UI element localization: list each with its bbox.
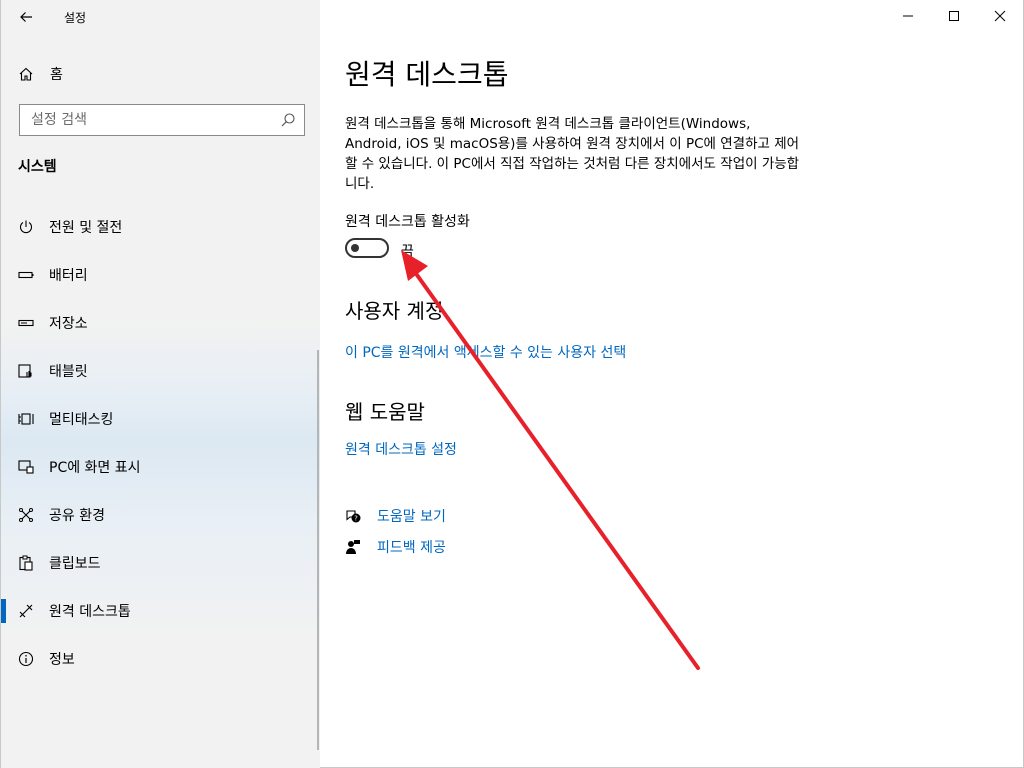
search-input[interactable] (20, 105, 270, 135)
multitasking-icon (18, 413, 34, 425)
sidebar-item-home[interactable]: 홈 (1, 58, 321, 90)
sidebar-item-label: 정보 (49, 652, 75, 668)
sidebar-item-label: 저장소 (49, 316, 88, 332)
svg-text:?: ? (354, 515, 358, 523)
sidebar: 설정 홈 시스템 전원 및 절전 배터리 저장소 태블릿 멀티태스킹 (0, 0, 320, 768)
get-help-icon: ? (346, 510, 361, 523)
sidebar-scrollbar[interactable] (317, 350, 319, 750)
info-icon (18, 651, 34, 667)
sidebar-item-label: PC에 화면 표시 (49, 460, 141, 476)
sidebar-item-label: 공유 환경 (49, 508, 105, 524)
projecting-icon (18, 460, 34, 474)
remote-desktop-icon (19, 604, 33, 618)
sidebar-item-clipboard[interactable]: 클립보드 (1, 539, 321, 587)
feedback-link[interactable]: 피드백 제공 (345, 537, 446, 557)
sidebar-item-power[interactable]: 전원 및 절전 (1, 203, 321, 251)
sidebar-item-battery[interactable]: 배터리 (1, 251, 321, 299)
sidebar-item-info[interactable]: 정보 (1, 635, 321, 683)
sidebar-item-storage[interactable]: 저장소 (1, 299, 321, 347)
search-box (19, 104, 305, 136)
feedback-label: 피드백 제공 (377, 540, 446, 556)
home-icon (19, 67, 33, 81)
minimize-icon (903, 15, 913, 17)
power-icon (19, 220, 33, 234)
sidebar-item-label: 배터리 (49, 268, 88, 284)
main-content: 원격 데스크톱 원격 데스크톱을 통해 Microsoft 원격 데스크톱 클라… (320, 0, 1024, 768)
clipboard-icon (19, 555, 33, 571)
back-button[interactable] (9, 0, 43, 34)
minimize-button[interactable] (885, 0, 931, 32)
section-title: 시스템 (18, 159, 57, 175)
get-help-label: 도움말 보기 (377, 509, 446, 525)
page-title: 원격 데스크톱 (345, 58, 509, 91)
sidebar-item-tablet[interactable]: 태블릿 (1, 347, 321, 395)
sidebar-item-projecting[interactable]: PC에 화면 표시 (1, 443, 321, 491)
sidebar-item-remote-desktop[interactable]: 원격 데스크톱 (1, 587, 321, 635)
battery-icon (18, 271, 34, 279)
shared-experiences-icon (19, 508, 33, 522)
window-title: 설정 (64, 11, 87, 25)
sidebar-item-label: 멀티태스킹 (49, 412, 114, 428)
sidebar-item-label: 클립보드 (49, 556, 101, 572)
search-icon[interactable] (280, 112, 296, 128)
user-accounts-heading: 사용자 계정 (345, 299, 444, 323)
window-controls (885, 0, 1023, 32)
storage-icon (18, 319, 34, 327)
page-description: 원격 데스크톱을 통해 Microsoft 원격 데스크톱 클라이언트(Wind… (345, 116, 800, 192)
sidebar-item-label: 원격 데스크톱 (49, 604, 131, 620)
feedback-icon (346, 540, 360, 554)
get-help-link[interactable]: ? 도움말 보기 (345, 506, 446, 526)
tablet-icon (18, 364, 32, 378)
back-arrow-icon (20, 12, 32, 22)
toggle-knob (351, 244, 359, 252)
close-icon (994, 10, 1006, 22)
maximize-button[interactable] (931, 0, 977, 32)
sidebar-item-label: 태블릿 (49, 364, 88, 380)
remote-desktop-toggle-label: 원격 데스크톱 활성화 (345, 214, 470, 230)
toggle-state-text: 끔 (401, 244, 414, 260)
maximize-icon (949, 11, 959, 21)
close-button[interactable] (977, 0, 1023, 32)
remote-desktop-toggle[interactable] (345, 238, 389, 258)
sidebar-item-label: 홈 (50, 67, 63, 83)
sidebar-item-label: 전원 및 절전 (49, 220, 123, 236)
nav-list: 전원 및 절전 배터리 저장소 태블릿 멀티태스킹 PC에 화면 표시 공유 환… (1, 203, 321, 683)
web-help-heading: 웹 도움말 (345, 400, 425, 424)
remote-desktop-setup-link[interactable]: 원격 데스크톱 설정 (345, 439, 457, 459)
sidebar-item-multitasking[interactable]: 멀티태스킹 (1, 395, 321, 443)
select-users-link[interactable]: 이 PC를 원격에서 액세스할 수 있는 사용자 선택 (345, 342, 626, 362)
sidebar-item-shared-experiences[interactable]: 공유 환경 (1, 491, 321, 539)
